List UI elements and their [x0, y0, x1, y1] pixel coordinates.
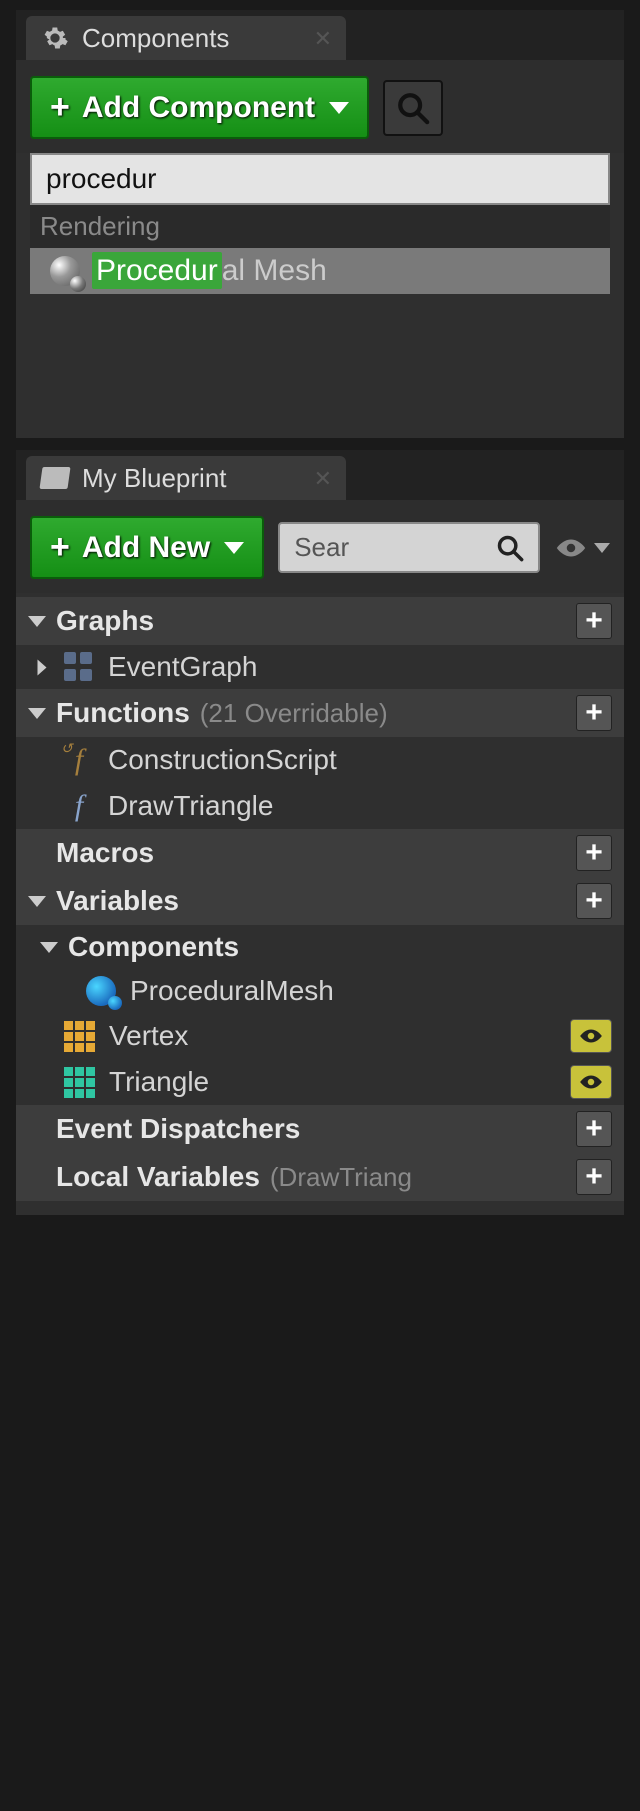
close-icon[interactable]: ✕	[314, 26, 332, 52]
tab-strip: My Blueprint ✕	[16, 450, 624, 500]
visibility-toggle[interactable]	[570, 1019, 612, 1053]
section-suffix: (21 Overridable)	[200, 698, 388, 729]
chevron-down-icon	[329, 102, 349, 114]
view-options-button[interactable]	[554, 536, 610, 560]
array-icon	[64, 1021, 95, 1052]
add-dispatcher-button[interactable]: +	[576, 1111, 612, 1147]
function-icon: f	[64, 789, 94, 823]
section-label: Variables	[56, 885, 179, 917]
tab-my-blueprint[interactable]: My Blueprint ✕	[26, 456, 346, 500]
section-functions[interactable]: Functions (21 Overridable) +	[16, 689, 624, 737]
add-variable-button[interactable]: +	[576, 883, 612, 919]
section-label: Event Dispatchers	[56, 1113, 300, 1145]
expand-icon	[38, 659, 47, 675]
gear-icon	[40, 23, 70, 53]
add-component-label: Add Component	[82, 91, 315, 125]
section-label: Functions	[56, 697, 190, 729]
graph-icon	[64, 652, 94, 682]
item-constructionscript[interactable]: f ConstructionScript	[16, 737, 624, 783]
add-macro-button[interactable]: +	[576, 835, 612, 871]
section-macros[interactable]: Macros +	[16, 829, 624, 877]
item-label: ConstructionScript	[108, 744, 337, 776]
my-blueprint-panel: My Blueprint ✕ + Add New Sear	[14, 448, 626, 1217]
expand-icon	[28, 708, 46, 719]
component-result-procedural-mesh[interactable]: Procedural Mesh	[30, 248, 610, 294]
close-icon[interactable]: ✕	[314, 466, 332, 492]
components-panel: Components ✕ + Add Component Rendering P…	[14, 8, 626, 440]
add-component-button[interactable]: + Add Component	[30, 76, 369, 139]
components-body	[16, 308, 624, 438]
section-event-dispatchers[interactable]: Event Dispatchers +	[16, 1105, 624, 1153]
section-graphs[interactable]: Graphs +	[16, 597, 624, 645]
item-label: Vertex	[109, 1020, 188, 1052]
component-result-text: Procedural Mesh	[92, 254, 327, 288]
item-vertex[interactable]: Vertex	[16, 1013, 624, 1059]
search-toggle-button[interactable]	[383, 80, 443, 136]
visibility-toggle[interactable]	[570, 1065, 612, 1099]
item-triangle[interactable]: Triangle	[16, 1059, 624, 1105]
component-search-popup: Rendering Procedural Mesh	[30, 153, 610, 294]
item-proceduralmesh[interactable]: ProceduralMesh	[16, 969, 624, 1013]
function-override-icon: f	[64, 743, 94, 777]
chevron-down-icon	[594, 543, 610, 553]
item-eventgraph[interactable]: EventGraph	[16, 645, 624, 689]
array-icon	[64, 1067, 95, 1098]
add-new-button[interactable]: + Add New	[30, 516, 264, 579]
section-suffix: (DrawTriang	[270, 1162, 412, 1193]
expand-icon	[40, 942, 58, 953]
item-drawtriangle[interactable]: f DrawTriangle	[16, 783, 624, 829]
tab-components[interactable]: Components ✕	[26, 16, 346, 60]
plus-icon: +	[50, 528, 70, 567]
highlight-text: Procedur	[92, 252, 222, 289]
eye-icon	[554, 536, 588, 560]
blueprint-tree: Graphs + EventGraph Functions (21 Overri…	[16, 593, 624, 1215]
plus-icon: +	[50, 88, 70, 127]
section-label: Local Variables	[56, 1161, 260, 1193]
section-components[interactable]: Components	[16, 925, 624, 969]
section-local-variables[interactable]: Local Variables (DrawTriang +	[16, 1153, 624, 1201]
item-label: EventGraph	[108, 651, 257, 683]
item-label: ProceduralMesh	[130, 975, 334, 1007]
components-toolbar: + Add Component	[16, 60, 624, 153]
add-graph-button[interactable]: +	[576, 603, 612, 639]
section-label: Macros	[56, 837, 154, 869]
expand-icon	[28, 896, 46, 907]
component-icon	[86, 976, 116, 1006]
section-label: Graphs	[56, 605, 154, 637]
add-local-variable-button[interactable]: +	[576, 1159, 612, 1195]
section-variables[interactable]: Variables +	[16, 877, 624, 925]
search-icon	[396, 91, 430, 125]
blueprint-icon	[40, 463, 70, 493]
tab-title: My Blueprint	[82, 463, 227, 494]
tab-title: Components	[82, 23, 229, 54]
section-label: Components	[68, 931, 239, 963]
chevron-down-icon	[224, 542, 244, 554]
search-icon	[496, 534, 524, 562]
add-new-label: Add New	[82, 531, 210, 565]
item-label: Triangle	[109, 1066, 209, 1098]
expand-icon	[28, 616, 46, 627]
add-function-button[interactable]: +	[576, 695, 612, 731]
blueprint-toolbar: + Add New Sear	[16, 500, 624, 593]
mesh-icon	[50, 256, 80, 286]
search-placeholder: Sear	[294, 532, 488, 563]
component-category-label: Rendering	[30, 205, 610, 248]
blueprint-search-input[interactable]: Sear	[278, 522, 540, 573]
item-label: DrawTriangle	[108, 790, 273, 822]
tab-strip: Components ✕	[16, 10, 624, 60]
component-search-input[interactable]	[30, 153, 610, 205]
